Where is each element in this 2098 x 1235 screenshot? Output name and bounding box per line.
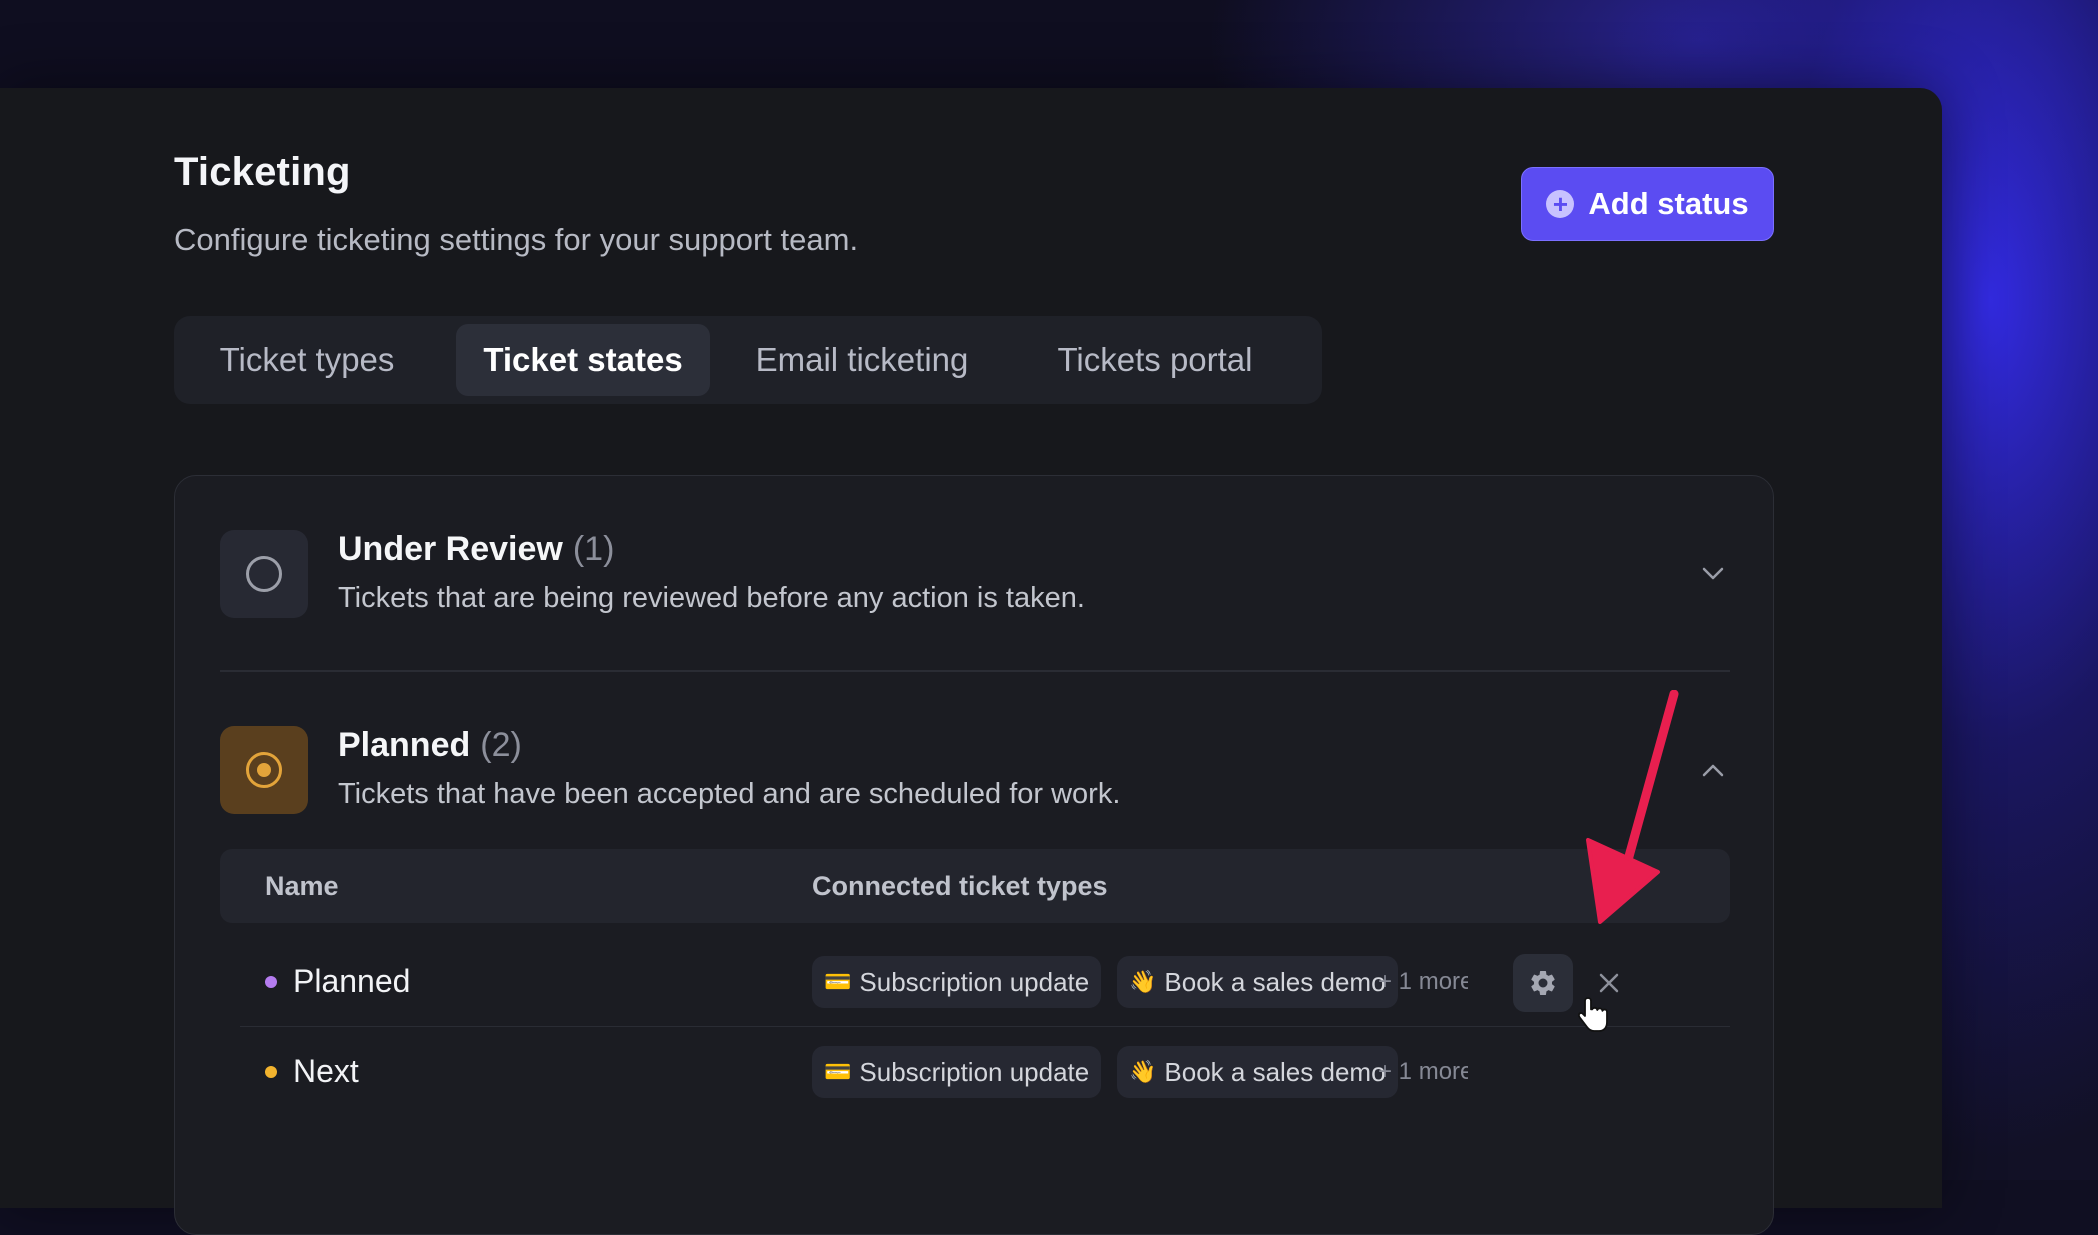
ticket-type-label: Book a sales demo — [1164, 966, 1386, 997]
status-dot — [265, 1066, 277, 1078]
state-description: Tickets that have been accepted and are … — [338, 778, 1121, 810]
tab-tickets-portal[interactable]: Tickets portal — [1016, 324, 1294, 396]
state-name: Under Review — [338, 530, 563, 568]
hand-cursor-icon — [1578, 997, 1608, 1032]
table-row[interactable]: Next 💳 Subscription update 👋 Book a sale… — [240, 1028, 1730, 1116]
table-row[interactable]: Planned 💳 Subscription update 👋 Book a s… — [240, 938, 1730, 1027]
column-header-connected-types: Connected ticket types — [812, 871, 1108, 901]
tab-email-ticketing[interactable]: Email ticketing — [736, 324, 988, 396]
ticket-type-chip: 👋 Book a sales demo — [1117, 956, 1398, 1008]
ticket-type-label: Book a sales demo — [1164, 1056, 1386, 1087]
settings-tabs: Ticket types Ticket states Email ticketi… — [174, 316, 1322, 404]
state-header-planned[interactable]: Planned (2) — [338, 726, 522, 765]
ticket-type-label: Subscription update — [859, 966, 1090, 997]
status-name: Next — [293, 1053, 359, 1089]
plus-circle-icon: + — [1546, 190, 1575, 218]
ticket-type-chip: 💳 Subscription update — [812, 956, 1102, 1008]
column-header-name: Name — [265, 871, 339, 901]
gear-icon — [1531, 970, 1555, 995]
credit-card-emoji: 💳 — [824, 1059, 852, 1084]
add-status-label: Add status — [1588, 186, 1749, 221]
waving-hand-emoji: 👋 — [1129, 1059, 1157, 1084]
state-description: Tickets that are being reviewed before a… — [338, 582, 1085, 614]
ticket-type-chip: 👋 Book a sales demo — [1117, 1046, 1398, 1098]
state-count: (1) — [572, 530, 615, 568]
close-icon — [1599, 973, 1619, 993]
credit-card-emoji: 💳 — [824, 969, 852, 994]
planned-state-icon — [220, 726, 308, 814]
annotation-arrow-icon — [1586, 690, 1679, 924]
state-count: (2) — [480, 726, 522, 764]
ticket-states-card: Under Review (1) Tickets that are being r… — [174, 475, 1774, 1235]
more-types-count: + 1 more — [1378, 968, 1468, 995]
under-review-state-icon — [220, 530, 308, 618]
state-header-under-review[interactable]: Under Review (1) — [338, 530, 614, 569]
status-name: Planned — [293, 963, 411, 999]
open-circle-icon — [246, 556, 282, 592]
status-dot — [265, 976, 277, 988]
target-circle-icon — [246, 752, 282, 788]
state-name: Planned — [338, 726, 471, 764]
chevron-down-icon[interactable] — [1699, 560, 1727, 588]
table-header: Name Connected ticket types — [220, 849, 1730, 923]
more-types-count: + 1 more — [1378, 1058, 1468, 1085]
waving-hand-emoji: 👋 — [1129, 969, 1157, 994]
page-title: Ticketing — [174, 150, 351, 194]
ticket-type-label: Subscription update — [859, 1056, 1090, 1087]
section-divider — [220, 670, 1730, 672]
settings-button[interactable] — [1513, 954, 1573, 1012]
page-subtitle: Configure ticketing settings for your su… — [174, 222, 859, 257]
ticket-type-chip: 💳 Subscription update — [812, 1046, 1102, 1098]
tab-ticket-states[interactable]: Ticket states — [456, 324, 710, 396]
add-status-button[interactable]: + Add status — [1521, 167, 1774, 241]
tab-ticket-types[interactable]: Ticket types — [188, 324, 426, 396]
chevron-up-icon[interactable] — [1699, 756, 1727, 784]
